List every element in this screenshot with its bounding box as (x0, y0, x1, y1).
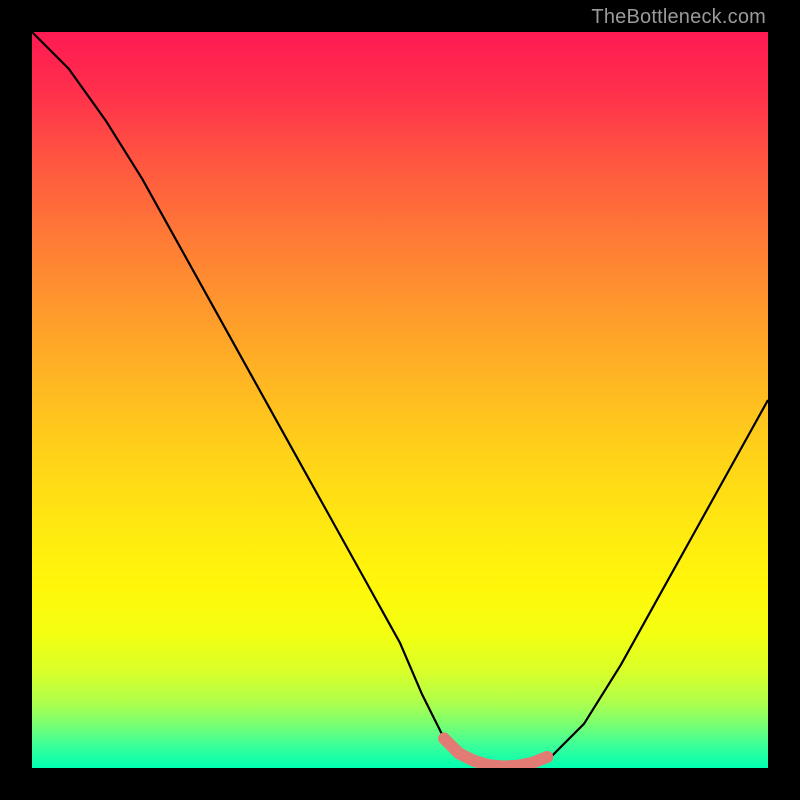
plot-area (32, 32, 768, 768)
highlight-end-dot (541, 751, 553, 763)
highlight-start-dot (438, 733, 450, 745)
optimal-range-highlight (444, 739, 547, 767)
bottleneck-curve-line (32, 32, 768, 768)
bottleneck-chart: TheBottleneck.com (0, 0, 800, 800)
attribution-text: TheBottleneck.com (591, 6, 766, 29)
curve-layer (32, 32, 768, 768)
